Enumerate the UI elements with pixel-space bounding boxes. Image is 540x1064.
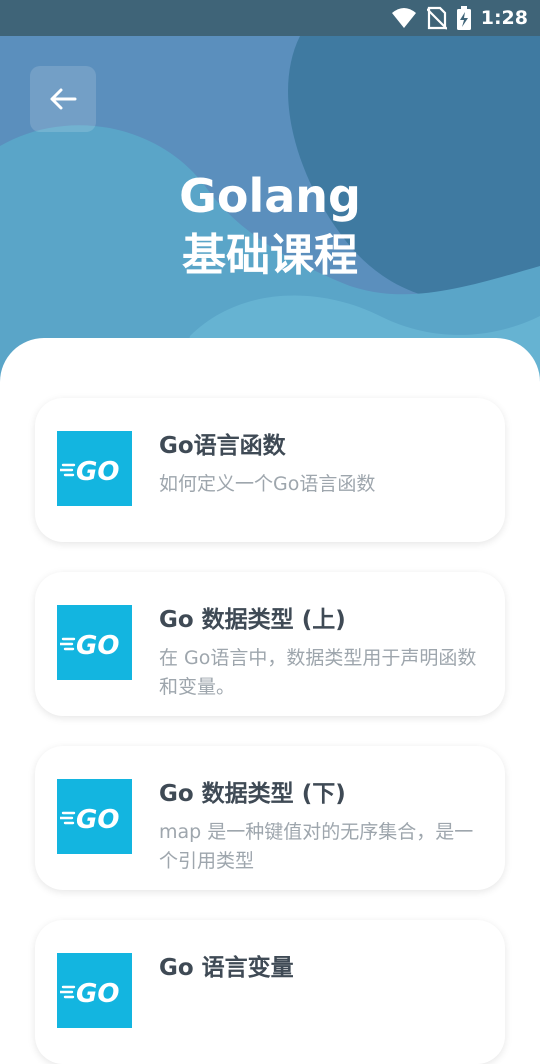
course-description: map 是一种键值对的无序集合，是一个引用类型 (159, 821, 474, 872)
course-title: Go 语言变量 (159, 955, 294, 981)
course-description: 在 Go语言中，数据类型用于声明函数和变量。 (159, 647, 477, 698)
go-logo: GO (57, 779, 132, 854)
course-title: Go语言函数 (159, 433, 286, 459)
page-title-line1: Golang (179, 169, 361, 223)
go-logo-icon: GO (59, 457, 119, 484)
status-icons: 1:28 (391, 0, 528, 36)
go-logo: GO (57, 953, 132, 1028)
wifi-icon (391, 8, 416, 28)
go-logo-icon: GO (59, 631, 119, 658)
status-bar: 1:28 (0, 0, 540, 36)
battery-charging-icon (456, 6, 471, 30)
no-sim-icon (426, 6, 447, 30)
course-card-data-types-2[interactable]: GO Go 数据类型 (下) map 是一种键值对的无序集合，是一个引用类型 (35, 746, 505, 890)
course-card-functions[interactable]: GO Go语言函数 如何定义一个Go语言函数 (35, 398, 505, 542)
go-logo: GO (57, 431, 132, 506)
page-title-line2: 基础课程 (182, 230, 358, 281)
svg-text:GO: GO (76, 805, 119, 832)
course-card-data-types-1[interactable]: GO Go 数据类型 (上) 在 Go语言中，数据类型用于声明函数和变量。 (35, 572, 505, 716)
page-title: Golang 基础课程 (0, 168, 540, 288)
course-card-variables[interactable]: GO Go 语言变量 (35, 920, 505, 1064)
go-logo: GO (57, 605, 132, 680)
arrow-left-icon (50, 88, 77, 110)
course-title: Go 数据类型 (下) (159, 781, 346, 807)
go-logo-icon: GO (59, 805, 119, 832)
back-button[interactable] (30, 66, 96, 132)
svg-text:GO: GO (76, 979, 119, 1006)
svg-text:GO: GO (76, 631, 119, 658)
course-list-panel: GO Go语言函数 如何定义一个Go语言函数 GO Go 数据类型 (上) 在 … (0, 338, 540, 1064)
course-description: 如何定义一个Go语言函数 (159, 473, 376, 495)
svg-text:GO: GO (76, 457, 119, 484)
go-logo-icon: GO (59, 979, 119, 1006)
course-title: Go 数据类型 (上) (159, 607, 346, 633)
status-time: 1:28 (480, 7, 528, 29)
